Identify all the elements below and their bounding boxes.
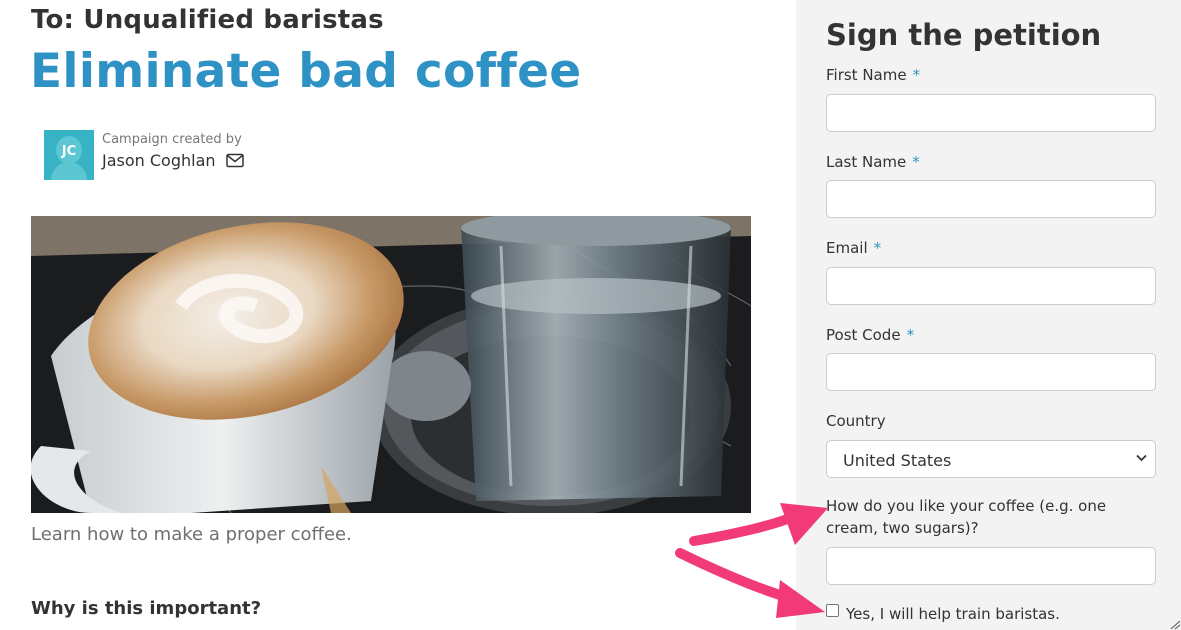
train-baristas-checkbox[interactable] [826,604,839,617]
mail-icon[interactable] [226,153,244,168]
coffee-preference-label: How do you like your coffee (e.g. one cr… [826,497,1107,537]
required-marker: * [873,239,882,257]
country-select[interactable]: United States [826,440,1156,478]
post-code-label: Post Code * [826,326,914,344]
why-important-heading: Why is this important? [31,598,262,619]
creator-label: Campaign created by [102,132,242,147]
chevron-down-icon [1136,454,1147,462]
petition-target: To: Unqualified baristas [31,5,384,35]
avatar: JC [44,130,94,180]
coffee-preference-field[interactable] [826,547,1156,585]
country-selected-value: United States [843,451,952,470]
petition-form-panel: Sign the petition First Name * Last Name *… [796,0,1181,630]
last-name-field[interactable] [826,180,1156,218]
email-label-text: Email [826,239,868,257]
required-marker: * [912,153,920,171]
image-caption: Learn how to make a proper coffee. [31,524,352,545]
creator-name: Jason Coghlan [102,151,216,170]
country-label: Country [826,412,886,430]
last-name-label-text: Last Name [826,153,907,171]
avatar-body [51,162,87,180]
train-baristas-label: Yes, I will help train baristas. [846,605,1060,623]
petition-title: Eliminate bad coffee [30,44,582,99]
required-marker: * [912,66,921,84]
avatar-initials: JC [61,144,77,159]
first-name-field[interactable] [826,94,1156,132]
email-label: Email * [826,239,881,257]
coffee-photo-illustration [31,216,751,513]
post-code-label-text: Post Code [826,326,901,344]
email-field[interactable] [826,267,1156,305]
coffee-photo [31,216,751,513]
first-name-label: First Name * [826,66,920,84]
post-code-field[interactable] [826,353,1156,391]
resize-grip-icon[interactable] [1169,620,1181,630]
petition-main-content: To: Unqualified baristas Eliminate bad c… [0,0,796,630]
required-marker: * [906,326,915,344]
first-name-label-text: First Name [826,66,907,84]
form-title: Sign the petition [826,18,1102,52]
campaign-creator: JC Campaign created by Jason Coghlan [44,130,364,180]
last-name-label: Last Name * [826,153,920,171]
